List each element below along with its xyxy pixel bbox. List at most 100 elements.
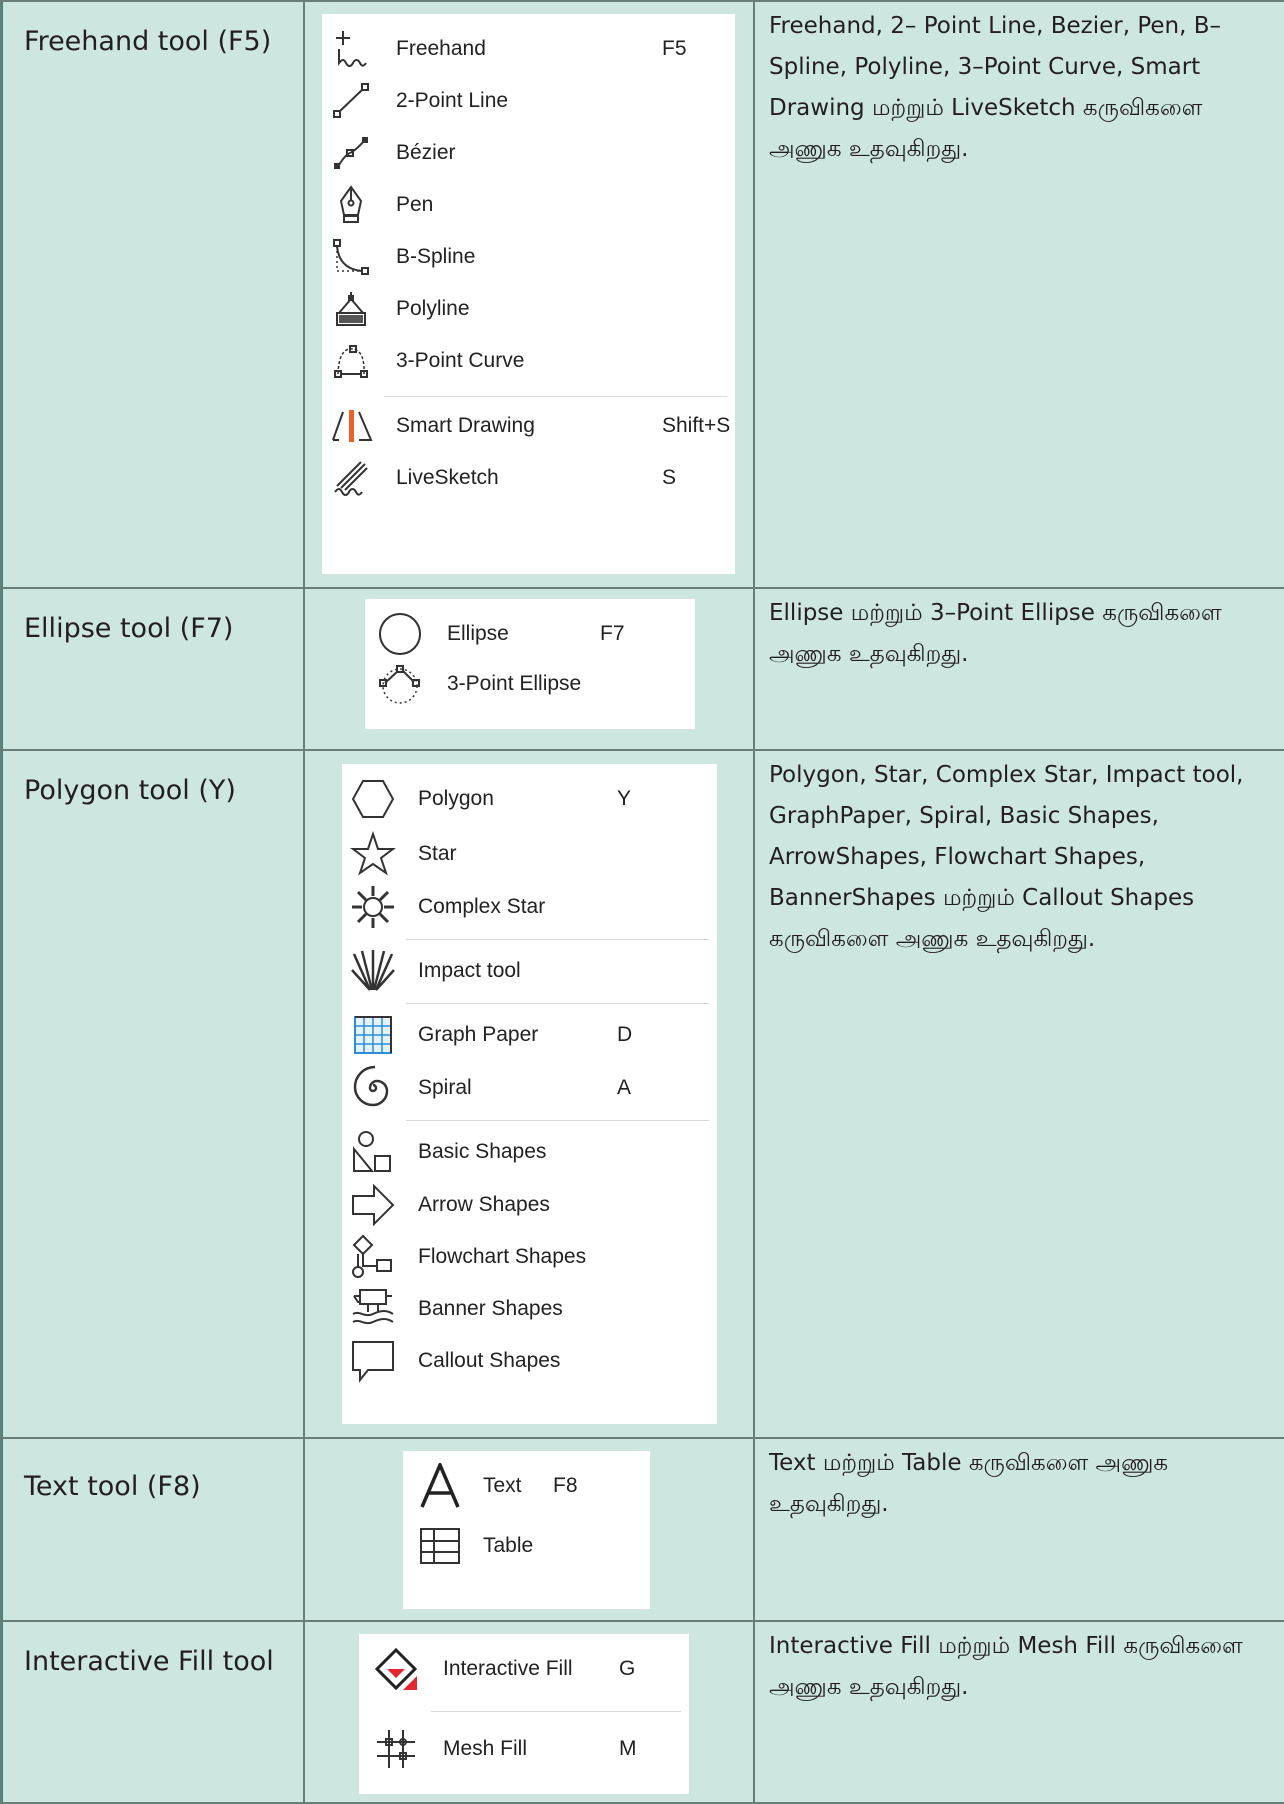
- tools-table: Freehand tool (F5) Freehand F5 2-Point Lin…: [0, 0, 1284, 1804]
- menu-item-freehand[interactable]: Freehand F5: [322, 29, 735, 69]
- polyline-icon: [328, 286, 374, 332]
- menu-item-label: Basic Shapes: [418, 1140, 547, 1163]
- menu-item-label: Smart Drawing: [396, 414, 535, 437]
- menu-item-smart-drawing[interactable]: Smart Drawing Shift+S: [322, 406, 735, 446]
- complex-star-icon: [350, 884, 396, 930]
- tool-name-cell: Freehand tool (F5): [0, 0, 305, 589]
- menu-cell: Text F8 Table: [303, 1437, 755, 1622]
- description-cell: Text மற்றும் Table கருவிகளை அணுக உதவுகிற…: [753, 1437, 1284, 1622]
- menu-item-label: 3-Point Ellipse: [447, 672, 582, 695]
- menu-item-shortcut: D: [617, 1023, 633, 1046]
- spiral-icon: [350, 1065, 396, 1111]
- text-flyout-menu: Text F8 Table: [403, 1451, 650, 1609]
- menu-item-label: Star: [418, 842, 457, 865]
- menu-item-complex-star[interactable]: Complex Star: [342, 884, 717, 930]
- tool-name-cell: Text tool (F8): [0, 1437, 305, 1622]
- menu-cell: Interactive Fill G Mesh Fill M: [303, 1620, 755, 1804]
- interactive-fill-icon: [373, 1646, 419, 1692]
- menu-separator: [406, 1120, 709, 1121]
- menu-item-table[interactable]: Table: [403, 1526, 650, 1566]
- menu-item-label: Ellipse: [447, 622, 509, 645]
- menu-separator: [406, 939, 709, 940]
- menu-item-label: Bézier: [396, 141, 456, 164]
- menu-item-label: Table: [483, 1534, 534, 1557]
- menu-item-label: Polygon: [418, 787, 494, 810]
- menu-item-callout-shapes[interactable]: Callout Shapes: [342, 1338, 717, 1384]
- bezier-icon: [328, 130, 374, 176]
- tool-name: Freehand tool (F5): [24, 26, 272, 57]
- tool-description: Ellipse மற்றும் 3–Point Ellipse கருவிகளை…: [769, 600, 1222, 667]
- menu-separator: [406, 1003, 709, 1004]
- menu-item-label: Arrow Shapes: [418, 1193, 550, 1216]
- menu-item-shortcut: F7: [600, 622, 625, 645]
- menu-item-polyline[interactable]: Polyline: [322, 289, 735, 329]
- tool-name: Ellipse tool (F7): [24, 613, 234, 644]
- menu-item-interactive-fill[interactable]: Interactive Fill G: [359, 1646, 689, 1692]
- menu-item-label: Text: [483, 1474, 522, 1497]
- menu-item-3-point-ellipse[interactable]: 3-Point Ellipse: [365, 664, 695, 704]
- menu-item-b-spline[interactable]: B-Spline: [322, 237, 735, 277]
- menu-cell: Polygon Y Star Complex Star Impact tool Graph…: [303, 749, 755, 1439]
- menu-item-label: Impact tool: [418, 959, 521, 982]
- table-row: Text tool (F8) Text F8 Table Text மற்றும் …: [0, 1437, 1284, 1622]
- freehand-flyout-menu: Freehand F5 2-Point Line Bézier Pen B-Spline P…: [322, 14, 735, 574]
- description-cell: Ellipse மற்றும் 3–Point Ellipse கருவிகளை…: [753, 587, 1284, 751]
- description-cell: Freehand, 2– Point Line, Bezier, Pen, B–…: [753, 0, 1284, 589]
- menu-separator: [384, 396, 727, 397]
- menu-item-shortcut: S: [662, 466, 677, 489]
- menu-item-label: B-Spline: [396, 245, 476, 268]
- menu-item-b-zier[interactable]: Bézier: [322, 133, 735, 173]
- menu-item-shortcut: M: [619, 1737, 637, 1760]
- menu-item-label: Mesh Fill: [443, 1737, 528, 1760]
- impact-tool-icon: [350, 948, 396, 994]
- livesketch-icon: [328, 455, 374, 501]
- menu-item-ellipse[interactable]: Ellipse F7: [365, 613, 695, 655]
- callout-shapes-icon: [350, 1338, 396, 1384]
- three-point-ellipse-icon: [377, 661, 423, 707]
- pen-icon: [328, 182, 374, 228]
- menu-item-shortcut: F8: [553, 1474, 578, 1497]
- interactive-fill-flyout-menu: Interactive Fill G Mesh Fill M: [359, 1634, 689, 1794]
- menu-item-label: 2-Point Line: [396, 89, 509, 112]
- tool-description: Freehand, 2– Point Line, Bezier, Pen, B–…: [769, 13, 1221, 162]
- arrow-shapes-icon: [350, 1182, 396, 1228]
- menu-item-2-point-line[interactable]: 2-Point Line: [322, 81, 735, 121]
- menu-item-arrow-shapes[interactable]: Arrow Shapes: [342, 1182, 717, 1228]
- menu-separator: [431, 1711, 681, 1712]
- menu-item-impact-tool[interactable]: Impact tool: [342, 948, 717, 994]
- menu-item-spiral[interactable]: Spiral A: [342, 1065, 717, 1111]
- menu-item-banner-shapes[interactable]: Banner Shapes: [342, 1289, 717, 1329]
- flowchart-shapes-icon: [350, 1234, 396, 1280]
- menu-item-flowchart-shapes[interactable]: Flowchart Shapes: [342, 1234, 717, 1280]
- tool-name: Text tool (F8): [24, 1471, 201, 1502]
- menu-item-label: Banner Shapes: [418, 1297, 563, 1320]
- menu-item-label: Interactive Fill: [443, 1657, 573, 1680]
- table-row: Freehand tool (F5) Freehand F5 2-Point Lin…: [0, 0, 1284, 589]
- menu-item-shortcut: Shift+S: [662, 414, 731, 437]
- menu-item-livesketch[interactable]: LiveSketch S: [322, 458, 735, 498]
- table-row: Polygon tool (Y) Polygon Y Star Complex Sta…: [0, 749, 1284, 1439]
- menu-item-label: LiveSketch: [396, 466, 499, 489]
- menu-item-polygon[interactable]: Polygon Y: [342, 779, 717, 819]
- menu-item-graph-paper[interactable]: Graph Paper D: [342, 1015, 717, 1055]
- menu-item-shortcut: Y: [617, 787, 632, 810]
- freehand-icon: [328, 26, 374, 72]
- menu-item-3-point-curve[interactable]: 3-Point Curve: [322, 341, 735, 381]
- polygon-icon: [350, 776, 396, 822]
- menu-item-basic-shapes[interactable]: Basic Shapes: [342, 1131, 717, 1172]
- three-point-curve-icon: [328, 338, 374, 384]
- smart-drawing-icon: [328, 403, 374, 449]
- menu-item-mesh-fill[interactable]: Mesh Fill M: [359, 1729, 689, 1769]
- menu-item-text[interactable]: Text F8: [403, 1463, 650, 1508]
- menu-item-star[interactable]: Star: [342, 831, 717, 876]
- menu-item-label: Callout Shapes: [418, 1349, 561, 1372]
- ellipse-flyout-menu: Ellipse F7 3-Point Ellipse: [365, 599, 695, 729]
- b-spline-icon: [328, 234, 374, 280]
- menu-item-shortcut: A: [617, 1076, 632, 1099]
- table-row: Ellipse tool (F7) Ellipse F7 3-Point Ellip…: [0, 587, 1284, 751]
- tool-name-cell: Polygon tool (Y): [0, 749, 305, 1439]
- menu-item-pen[interactable]: Pen: [322, 185, 735, 225]
- polygon-flyout-menu: Polygon Y Star Complex Star Impact tool Graph…: [342, 764, 717, 1424]
- menu-item-shortcut: G: [619, 1657, 636, 1680]
- two-point-line-icon: [328, 78, 374, 124]
